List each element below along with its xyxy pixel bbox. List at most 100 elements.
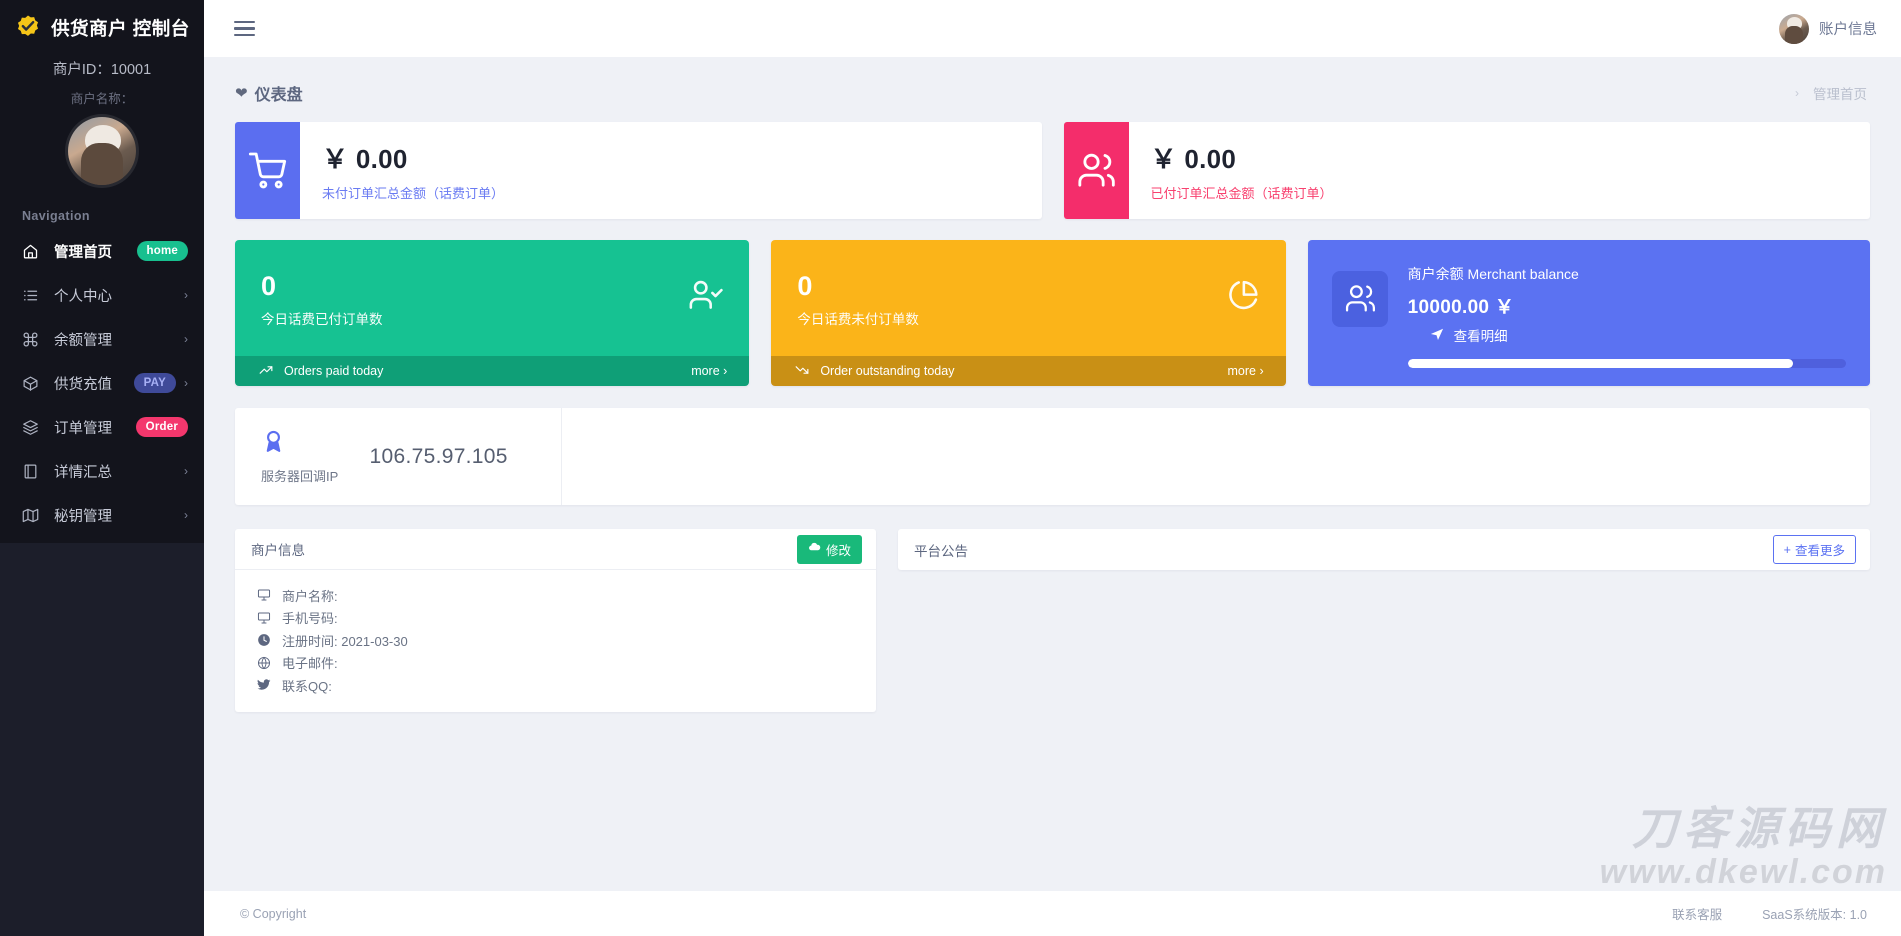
twitter-icon [257, 678, 272, 692]
sidebar-brand-text: 供货商户 控制台 [51, 18, 190, 39]
send-icon [1430, 327, 1444, 344]
money-card-body: ￥ 0.00 未付订单汇总金额（话费订单） [300, 122, 504, 219]
stat-card-footer[interactable]: Orders paid today more › [235, 356, 750, 386]
chevron-right-icon: › [184, 508, 188, 522]
merchant-balance-card: 商户余额 Merchant balance 10000.00 ￥ 查看明细 [1307, 240, 1870, 386]
merchant-info-row: 手机号码: [257, 607, 876, 630]
sidebar-item-3[interactable]: 供货充值 PAY › [0, 361, 204, 405]
ip-card-row: 服务器回调IP 106.75.97.105 [204, 408, 1901, 505]
stat-card-label: 今日话费未付订单数 [797, 311, 919, 327]
sidebar-item-4[interactable]: 订单管理 Order [0, 405, 204, 449]
sidebar-header: 供货商户 控制台 商户ID：10001 商户名称： Navigation 管理首… [0, 0, 204, 543]
sidebar-item-badge: home [136, 241, 188, 261]
stat-card-more-link[interactable]: more › [1228, 364, 1264, 378]
page-title-text: 仪表盘 [254, 87, 303, 104]
money-card-row: ￥ 0.00 未付订单汇总金额（话费订单） ￥ 0.00 已付订单汇总金额（话费订单） [204, 122, 1901, 219]
merchant-info-text: 手机号码: [282, 611, 338, 627]
sidebar-item-2[interactable]: 余额管理 › [0, 317, 204, 361]
chevron-right-icon: › [1259, 364, 1264, 378]
stat-card-footer-label: Orders paid today [284, 364, 384, 378]
sidebar-item-label: 余额管理 [54, 332, 112, 349]
stat-card-footer[interactable]: Order outstanding today more › [771, 356, 1286, 386]
stat-card-label: 今日话费已付订单数 [261, 311, 383, 327]
sidebar-item-1[interactable]: 个人中心 › [0, 273, 204, 317]
chevron-right-icon: › [184, 376, 188, 390]
view-more-notices-label: 查看更多 [1794, 544, 1845, 558]
avatar [1779, 13, 1809, 44]
view-more-notices-button[interactable]: + 查看更多 [1772, 535, 1856, 564]
stat-card-more-label: more [1227, 364, 1256, 378]
globe-icon [257, 656, 272, 670]
page-title: ❤ 仪表盘 [235, 81, 303, 105]
layers-icon [22, 419, 44, 436]
main-area: 账户信息 ❤ 仪表盘 › 管理首页 ￥ 0.00 未付订单汇总金额（话费订单） ￥ … [204, 0, 1901, 936]
clock-icon [257, 633, 272, 647]
ip-left: 服务器回调IP [261, 429, 338, 485]
platform-notice-header: 平台公告 + 查看更多 [898, 529, 1870, 570]
sidebar: 供货商户 控制台 商户ID：10001 商户名称： Navigation 管理首… [0, 0, 204, 936]
contact-support-link[interactable]: 联系客服 [1672, 904, 1722, 923]
stat-card-text: 0 今日话费未付订单数 [797, 272, 919, 327]
award-icon [261, 429, 338, 459]
watermark-line2: www.dkewl.com [1599, 853, 1887, 891]
merchant-info-title: 商户信息 [251, 543, 305, 558]
sidebar-item-5[interactable]: 详情汇总 › [0, 449, 204, 493]
stat-card-more-link[interactable]: more › [691, 364, 727, 378]
balance-progress-bar [1407, 359, 1846, 368]
nav-section-label: Navigation [22, 209, 90, 223]
home-icon [22, 243, 44, 260]
avatar[interactable] [68, 117, 136, 185]
ip-card-label: 服务器回调IP [261, 468, 339, 484]
sidebar-item-label: 订单管理 [54, 420, 112, 437]
app-root: 供货商户 控制台 商户ID：10001 商户名称： Navigation 管理首… [0, 0, 1901, 936]
stat-card-top: 0 今日话费已付订单数 [235, 240, 750, 356]
shopping-cart-icon [235, 122, 300, 219]
sidebar-item-badge: PAY [133, 373, 176, 393]
merchant-info-row: 联系QQ: [257, 674, 876, 697]
stat-card-footer-left: Order outstanding today [795, 363, 954, 380]
cloud-icon [808, 541, 821, 557]
merchant-info-row: 商户名称: [257, 584, 876, 607]
watermark-line1: 刀客源码网 [1631, 803, 1887, 854]
merchant-info-body: 商户名称: 手机号码: 注册时间: 2021-03-30 电子邮件: 联系QQ: [235, 570, 876, 697]
users-group-icon [1331, 271, 1388, 327]
system-version-label: SaaS系统版本: 1.0 [1762, 908, 1867, 922]
money-card-subtitle: 未付订单汇总金额（话费订单） [322, 186, 505, 201]
merchant-balance-amount: 10000.00 ￥ [1407, 297, 1515, 318]
pie-chart-icon [1226, 279, 1260, 318]
stat-card-more-label: more [691, 364, 720, 378]
merchant-balance-body: 商户余额 Merchant balance 10000.00 ￥ 查看明细 [1407, 258, 1846, 368]
platform-notice-panel: 平台公告 + 查看更多 [898, 529, 1870, 570]
merchant-info-row: 电子邮件: [257, 652, 876, 675]
footer: © Copyright 联系客服 SaaS系统版本: 1.0 [204, 891, 1901, 936]
trend-down-icon [795, 363, 809, 380]
account-info-label: 账户信息 [1819, 22, 1877, 38]
merchant-info-row: 注册时间: 2021-03-30 [257, 629, 876, 652]
heart-icon: ❤ [235, 85, 248, 102]
map-icon [22, 507, 44, 524]
footer-right: 联系客服 SaaS系统版本: 1.0 [1672, 904, 1867, 923]
sidebar-item-6[interactable]: 秘钥管理 › [0, 493, 204, 537]
money-card-1: ￥ 0.00 已付订单汇总金额（话费订单） [1063, 122, 1870, 219]
account-info-button[interactable]: 账户信息 [1779, 13, 1877, 44]
breadcrumb-current[interactable]: 管理首页 [1813, 83, 1867, 103]
sidebar-brand[interactable]: 供货商户 控制台 [0, 0, 204, 50]
book-icon [22, 463, 44, 480]
merchant-balance-title: 商户余额 Merchant balance [1407, 266, 1579, 282]
money-card-subtitle: 已付订单汇总金额（话费订单） [1150, 186, 1333, 201]
hamburger-icon[interactable] [230, 17, 259, 41]
money-card-amount: ￥ 0.00 [322, 144, 408, 174]
hamburger-bar [234, 20, 255, 24]
view-balance-detail-link[interactable]: 查看明细 [1408, 325, 1846, 345]
chevron-right-icon: › [723, 364, 728, 378]
list-icon [22, 287, 44, 304]
money-card-0: ￥ 0.00 未付订单汇总金额（话费订单） [235, 122, 1042, 219]
sidebar-item-0[interactable]: 管理首页 home [0, 229, 204, 273]
page-content: ❤ 仪表盘 › 管理首页 ￥ 0.00 未付订单汇总金额（话费订单） ￥ 0.00 已… [204, 57, 1901, 891]
page-header: ❤ 仪表盘 › 管理首页 [204, 57, 1901, 105]
check-seal-icon [14, 14, 42, 42]
edit-merchant-button[interactable]: 修改 [796, 534, 862, 564]
stat-card-top: 0 今日话费未付订单数 [771, 240, 1286, 356]
hamburger-bar [234, 33, 255, 37]
stat-card-number: 0 [261, 271, 277, 302]
